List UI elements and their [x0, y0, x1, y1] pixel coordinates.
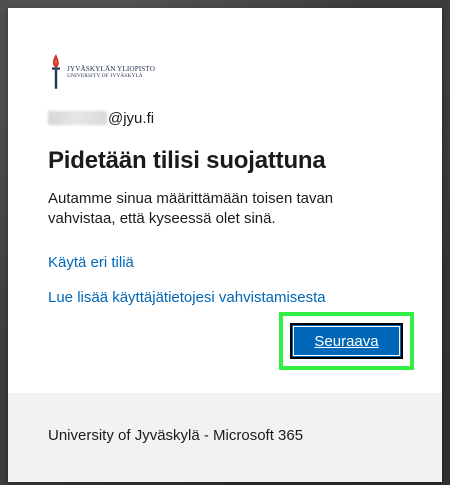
page-title: Pidetään tilisi suojattuna	[48, 147, 326, 174]
page-description: Autamme sinua määrittämään toisen tavan …	[48, 190, 334, 227]
use-other-account-link[interactable]: Käytä eri tiliä	[48, 254, 134, 271]
next-button-highlight: Seuraava	[279, 312, 414, 370]
next-button[interactable]: Seuraava	[290, 323, 403, 359]
organization-name: JYVÄSKYLÄN YLIOPISTO UNIVERSITY OF JYVÄS…	[67, 65, 155, 79]
footer-text: University of Jyväskylä - Microsoft 365	[48, 427, 304, 444]
redacted-username	[48, 111, 107, 125]
footer: University of Jyväskylä - Microsoft 365	[8, 393, 442, 482]
logo-line-english: UNIVERSITY OF JYVÄSKYLÄ	[67, 72, 143, 79]
torch-logo-icon	[52, 54, 60, 89]
learn-more-link[interactable]: Lue lisää käyttäjätietojesi vahvistamise…	[48, 289, 326, 306]
organization-logo: JYVÄSKYLÄN YLIOPISTO UNIVERSITY OF JYVÄS…	[50, 53, 155, 90]
sign-in-dialog: JYVÄSKYLÄN YLIOPISTO UNIVERSITY OF JYVÄS…	[8, 8, 442, 482]
account-domain: @jyu.fi	[108, 109, 155, 127]
account-identifier: @jyu.fi	[48, 109, 154, 127]
